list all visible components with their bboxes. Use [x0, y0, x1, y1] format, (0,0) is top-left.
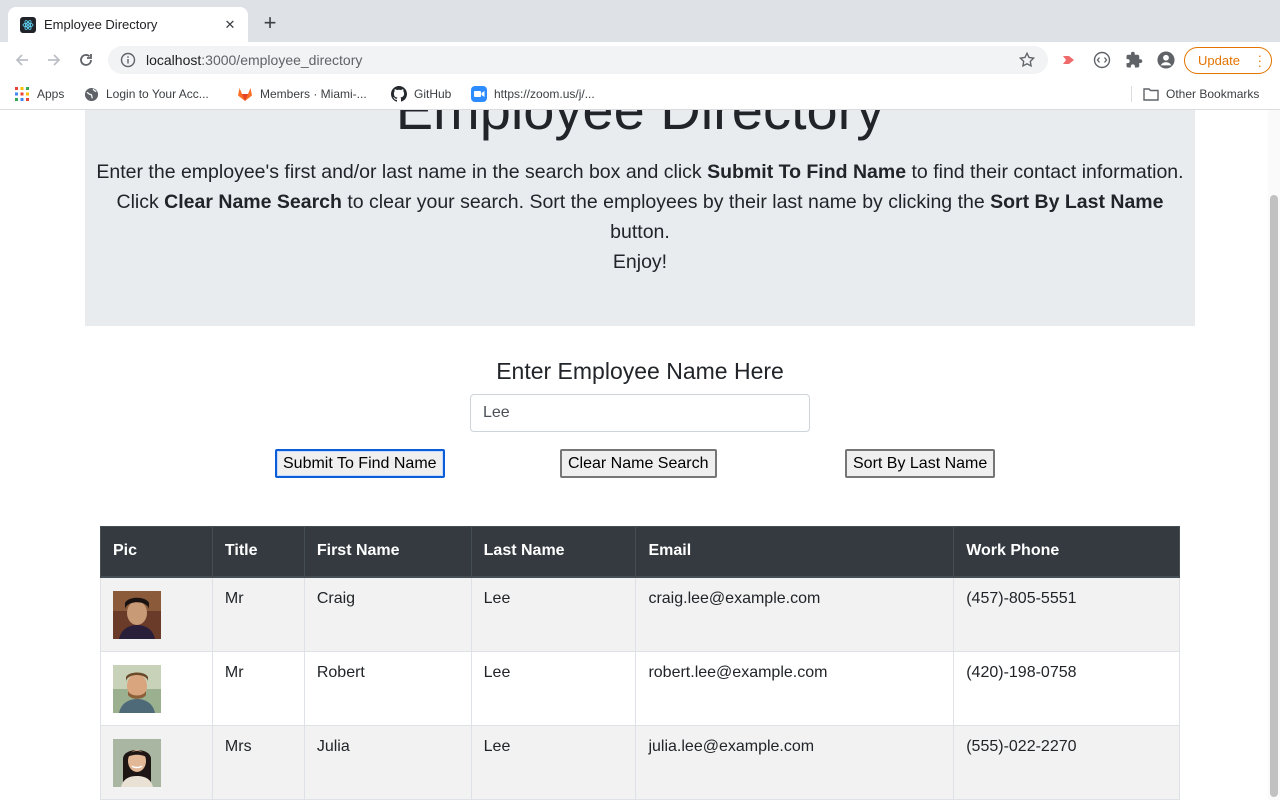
tab-title: Employee Directory	[44, 17, 158, 32]
bookmark-label: Login to Your Acc...	[106, 87, 209, 101]
bookmark-star-icon[interactable]	[1018, 51, 1036, 69]
last-name-cell: Lee	[470, 576, 637, 652]
tab-close-icon[interactable]: ✕	[222, 17, 238, 33]
bookmark-gitlab[interactable]: Members · Miami-...	[237, 86, 367, 102]
github-icon	[391, 86, 407, 102]
search-heading: Enter Employee Name Here	[496, 358, 784, 384]
phone-cell: (420)-198-0758	[953, 650, 1180, 726]
browser-toolbar: localhost:3000/employee_directory Update…	[0, 42, 1280, 78]
bookmark-label: https://zoom.us/j/...	[494, 87, 595, 101]
submit-button[interactable]: Submit To Find Name	[275, 449, 445, 478]
new-tab-icon[interactable]: +	[258, 12, 282, 36]
other-bookmarks-label: Other Bookmarks	[1166, 87, 1260, 101]
bookmark-github[interactable]: GitHub	[391, 86, 451, 102]
page-scrollbar[interactable]	[1268, 110, 1280, 800]
apps-grid-icon	[14, 86, 30, 102]
browser-tab[interactable]: Employee Directory ✕	[8, 7, 248, 42]
email-cell: julia.lee@example.com	[635, 724, 955, 800]
employee-photo-avatar	[113, 738, 161, 787]
folder-icon	[1143, 86, 1159, 102]
sort-by-last-name-button[interactable]: Sort By Last Name	[845, 449, 996, 478]
title-cell: Mr	[211, 576, 305, 652]
employee-photo-avatar	[113, 664, 161, 713]
jumbotron: Employee Directory Enter the employee's …	[85, 110, 1195, 326]
table-row: Mr Craig Lee craig.lee@example.com (457)…	[100, 576, 1180, 652]
update-button[interactable]: Update · · ·	[1184, 47, 1272, 74]
forward-arrow-icon[interactable]	[42, 48, 66, 72]
column-header-title: Title	[211, 526, 305, 578]
tab-strip: Employee Directory ✕ +	[0, 0, 1280, 42]
scrollbar-thumb[interactable]	[1270, 195, 1278, 797]
react-favicon-icon	[20, 16, 36, 33]
menu-dots-icon: · · ·	[1257, 48, 1262, 73]
globe-icon	[83, 86, 99, 102]
phone-cell: (555)-022-2270	[953, 724, 1180, 800]
first-name-cell: Julia	[303, 724, 472, 800]
first-name-cell: Craig	[303, 576, 472, 652]
search-input[interactable]	[470, 394, 810, 432]
title-cell: Mr	[211, 650, 305, 726]
employee-photo-avatar	[113, 590, 161, 639]
pic-cell	[100, 650, 213, 726]
bookmark-apps[interactable]: Apps	[14, 86, 64, 102]
column-header-last-name: Last Name	[470, 526, 637, 578]
column-header-pic: Pic	[100, 526, 213, 578]
page-title: Employee Directory	[85, 110, 1195, 142]
pic-cell	[100, 724, 213, 800]
instructions-text: Enter the employee's first and/or last n…	[96, 161, 1184, 273]
last-name-cell: Lee	[470, 650, 637, 726]
extension-arrow-icon[interactable]	[1060, 51, 1078, 69]
email-cell: craig.lee@example.com	[635, 576, 955, 652]
column-header-first-name: First Name	[303, 526, 472, 578]
gitlab-icon	[237, 86, 253, 102]
address-bar[interactable]: localhost:3000/employee_directory	[108, 46, 1048, 74]
bookmarks-bar: Apps Login to Your Acc... Members · Miam…	[0, 78, 1280, 110]
clear-search-button[interactable]: Clear Name Search	[560, 449, 717, 478]
zoom-icon	[471, 86, 487, 102]
phone-cell: (457)-805-5551	[953, 576, 1180, 652]
back-arrow-icon[interactable]	[10, 48, 34, 72]
table-row: Mr Robert Lee robert.lee@example.com (42…	[100, 650, 1180, 726]
bookmark-label: GitHub	[414, 87, 452, 101]
column-header-email: Email	[635, 526, 955, 578]
title-cell: Mrs	[211, 724, 305, 800]
bookmark-login[interactable]: Login to Your Acc...	[83, 86, 209, 102]
first-name-cell: Robert	[303, 650, 472, 726]
bookmark-zoom[interactable]: https://zoom.us/j/...	[471, 86, 595, 102]
update-label: Update	[1198, 53, 1240, 68]
page-viewport: Employee Directory Enter the employee's …	[0, 110, 1280, 800]
site-info-icon[interactable]	[120, 52, 136, 68]
email-cell: robert.lee@example.com	[635, 650, 955, 726]
bookmark-label: Members · Miami-...	[260, 87, 367, 101]
last-name-cell: Lee	[470, 724, 637, 800]
puzzle-extensions-icon[interactable]	[1125, 51, 1143, 69]
profile-avatar-icon[interactable]	[1157, 51, 1175, 69]
pic-cell	[100, 576, 213, 652]
column-header-work-phone: Work Phone	[953, 526, 1180, 578]
table-row: Mrs Julia Lee julia.lee@example.com (555…	[100, 724, 1180, 800]
bookmarks-divider	[1131, 86, 1132, 102]
table-header-row: Pic Title First Name Last Name Email Wor…	[100, 526, 1180, 578]
extension-dev-icon[interactable]	[1093, 51, 1111, 69]
other-bookmarks[interactable]: Other Bookmarks	[1143, 86, 1259, 102]
url-text: localhost:3000/employee_directory	[146, 52, 363, 68]
reload-icon[interactable]	[74, 48, 98, 72]
employee-table: Pic Title First Name Last Name Email Wor…	[100, 526, 1180, 800]
bookmark-label: Apps	[37, 87, 65, 101]
